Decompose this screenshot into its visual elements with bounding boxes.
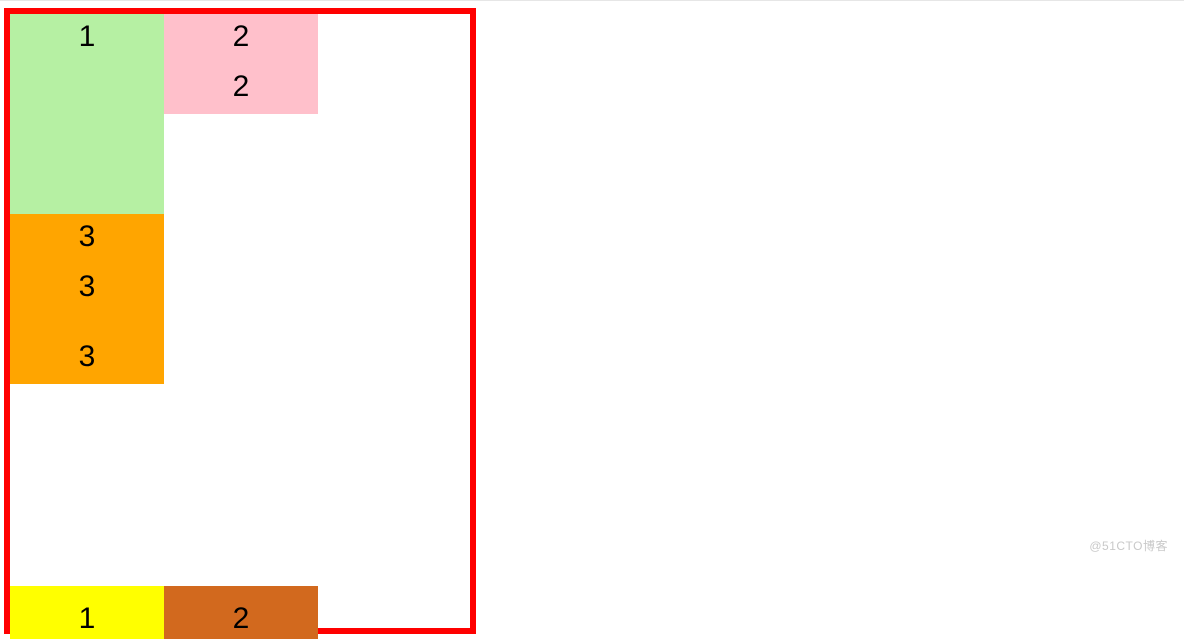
bottom-item-1: 1 [10, 586, 164, 639]
cell-label: 3 [10, 314, 164, 384]
cell-label: 1 [10, 14, 164, 64]
cell-label: 3 [10, 264, 164, 314]
flex-container: 1 2 2 3 3 3 1 2 2 [4, 8, 476, 634]
bottom-item-2: 2 2 [164, 586, 318, 639]
cell-label: 2 [164, 14, 318, 64]
top-item-1: 1 [10, 14, 164, 214]
cell-label: 1 [10, 586, 164, 639]
cell-label: 3 [10, 214, 164, 264]
top-item-2: 2 2 [164, 14, 318, 114]
cell-pad [10, 64, 164, 114]
canvas: 1 2 2 3 3 3 1 2 2 @51CTO博客 [0, 0, 1184, 639]
flex-spacer [10, 384, 470, 586]
cell-pad [10, 114, 164, 164]
cell-label: 2 [164, 64, 318, 114]
top-divider [0, 0, 1184, 1]
cell-pad [10, 164, 164, 214]
watermark: @51CTO博客 [1089, 537, 1168, 554]
cell-label: 2 [164, 586, 318, 639]
top-item-3: 3 3 3 [10, 214, 164, 384]
